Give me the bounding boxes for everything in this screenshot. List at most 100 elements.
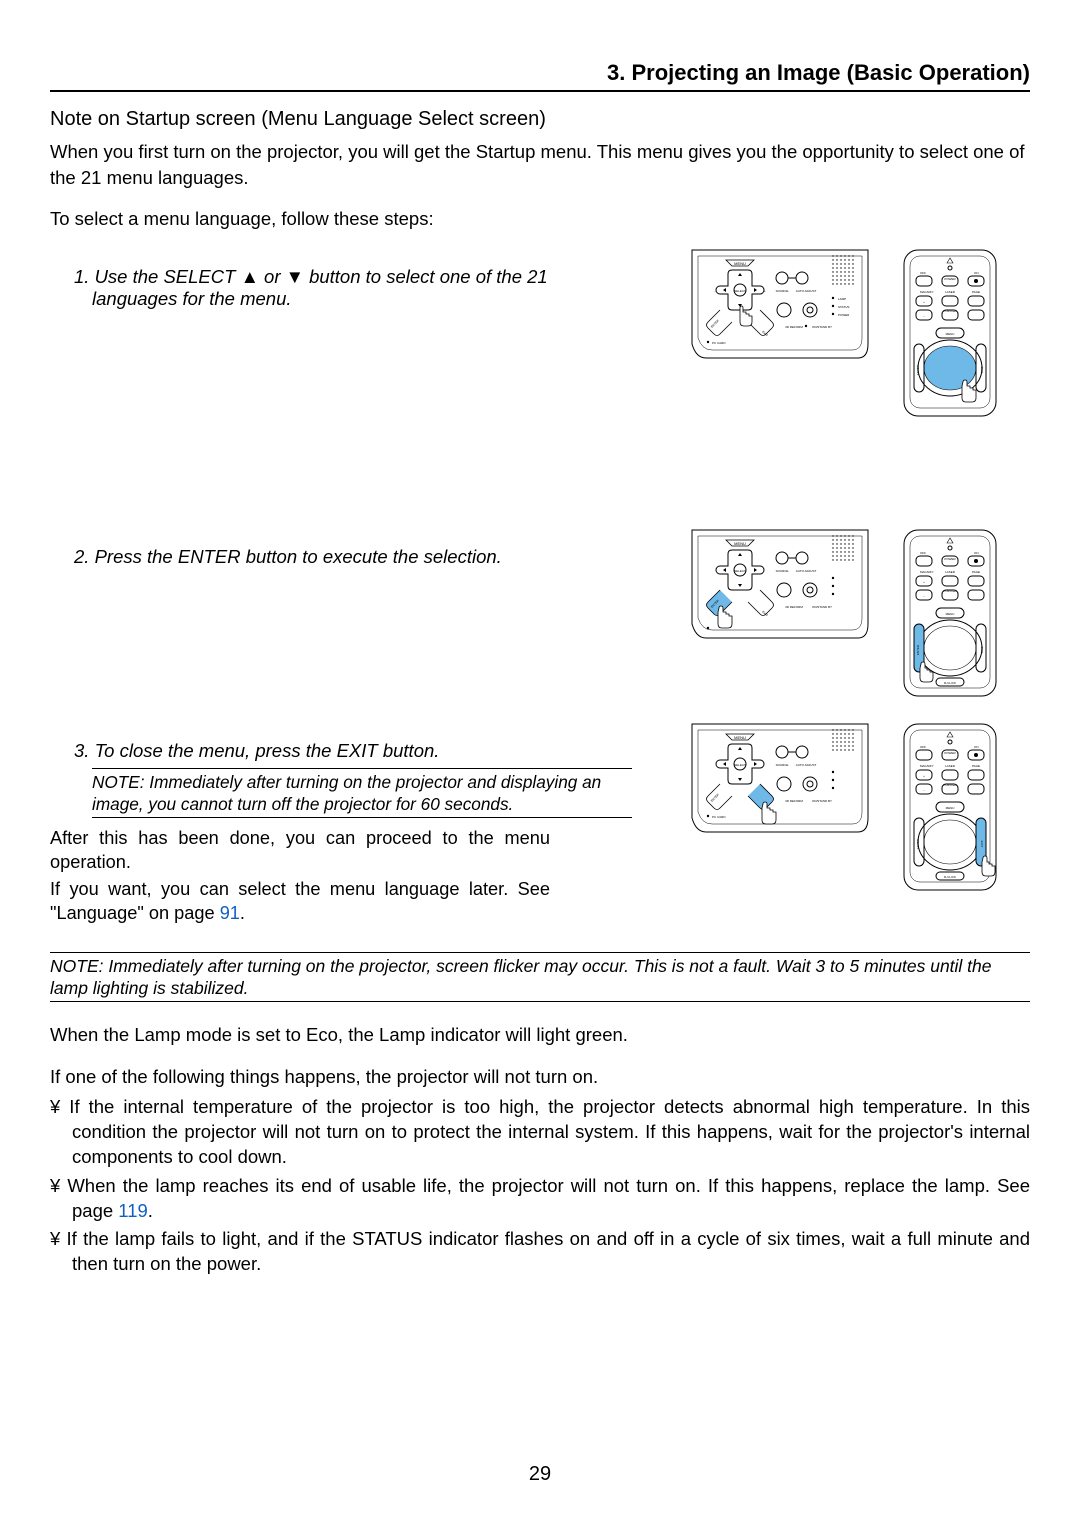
svg-text:POWER: POWER <box>944 751 956 755</box>
svg-text:ON/STAND BY: ON/STAND BY <box>812 605 832 609</box>
svg-text:EXIT: EXIT <box>761 329 769 337</box>
svg-text:AUTO ADJUST: AUTO ADJUST <box>796 289 817 293</box>
projector-panel-diagram-3: SELECT MENU SOURCE AUTO ADJUST 3D REFORM… <box>690 722 870 862</box>
svg-text:ENTER: ENTER <box>916 644 920 655</box>
projector-panel-diagram-2: SELECT MENU SOURCE AUTO ADJUST 3D REFORM… <box>690 528 870 668</box>
remote-diagram-1: OFF POWER ON MAGNIFY LASER PAGE + POINTE… <box>900 248 1000 418</box>
svg-text:LASER: LASER <box>945 764 956 768</box>
svg-text:SELECT: SELECT <box>734 289 746 293</box>
svg-text:SOURCE: SOURCE <box>776 763 789 767</box>
svg-text:R-CLICK: R-CLICK <box>944 875 956 879</box>
svg-text:ON: ON <box>974 745 979 749</box>
svg-text:ON: ON <box>974 551 979 555</box>
svg-text:MAGNIFY: MAGNIFY <box>920 290 934 294</box>
svg-text:POWER: POWER <box>838 313 850 317</box>
svg-text:STATUS: STATUS <box>838 305 849 309</box>
svg-text:LAMP: LAMP <box>838 297 846 301</box>
svg-text:ENTER: ENTER <box>710 792 721 803</box>
svg-text:MENU: MENU <box>946 332 955 336</box>
eco-note: When the Lamp mode is set to Eco, the La… <box>50 1022 1030 1048</box>
svg-text:PAGE: PAGE <box>972 290 980 294</box>
svg-text:–: – <box>923 788 925 792</box>
startup-heading: Note on Startup screen (Menu Language Se… <box>50 108 1030 131</box>
svg-text:MAGNIFY: MAGNIFY <box>920 764 934 768</box>
svg-text:+: + <box>764 289 766 293</box>
svg-text:ENTER: ENTER <box>916 364 920 375</box>
svg-text:LASER: LASER <box>945 290 956 294</box>
svg-text:PC CARD: PC CARD <box>712 341 726 345</box>
hand-icon <box>920 662 933 682</box>
svg-text:MENU: MENU <box>946 612 955 616</box>
svg-text:ENTER: ENTER <box>710 318 721 329</box>
note-60s: NOTE: Immediately after turning on the p… <box>92 768 632 818</box>
svg-text:AUTO ADJUST: AUTO ADJUST <box>796 763 817 767</box>
step-1: 1. Use the SELECT ▲ or ▼ button to selec… <box>74 266 554 310</box>
svg-text:EXIT: EXIT <box>980 840 984 847</box>
arrow-up-icon <box>738 273 742 276</box>
svg-text:MENU: MENU <box>734 735 746 740</box>
bullet-3: ¥ If the lamp fails to light, and if the… <box>50 1227 1030 1277</box>
step-2: 2. Press the ENTER button to execute the… <box>74 546 554 568</box>
svg-text:3D REFORM: 3D REFORM <box>785 799 803 803</box>
svg-text:ON/STAND BY: ON/STAND BY <box>812 325 832 329</box>
note-flicker: NOTE: Immediately after turning on the p… <box>50 952 1030 1003</box>
startup-lead: To select a menu language, follow these … <box>50 206 1030 232</box>
page-number: 29 <box>0 1463 1080 1486</box>
after-p1: After this has been done, you can procee… <box>50 826 550 875</box>
page-link-119[interactable]: 119 <box>118 1200 148 1221</box>
remote-diagram-2: OFF POWER ON MAGNIFY LASER PAGE + POINTE… <box>900 528 1000 698</box>
svg-text:OFF: OFF <box>920 271 926 275</box>
triangle-up-icon: ▲ <box>241 266 259 287</box>
section-header: 3. Projecting an Image (Basic Operation) <box>50 60 1030 92</box>
svg-text:MENU: MENU <box>734 261 746 266</box>
step1-b: or <box>259 266 286 287</box>
svg-text:MAGNIFY: MAGNIFY <box>920 570 934 574</box>
select-pad: SELECT – + <box>714 270 766 310</box>
svg-text:MENU: MENU <box>946 806 955 810</box>
svg-text:SELECT: SELECT <box>734 569 746 573</box>
svg-text:SOURCE: SOURCE <box>776 569 789 573</box>
svg-text:POWER: POWER <box>944 557 956 561</box>
svg-text:MENU: MENU <box>734 541 746 546</box>
svg-text:EXIT: EXIT <box>761 609 769 617</box>
bullet-2: ¥ When the lamp reaches its end of usabl… <box>50 1174 1030 1224</box>
step3-block: 3. To close the menu, press the EXIT but… <box>50 722 1030 928</box>
step2-block: 2. Press the ENTER button to execute the… <box>50 528 1030 698</box>
after-p2: If you want, you can select the menu lan… <box>50 877 550 926</box>
bullet-1: ¥ If the internal temperature of the pro… <box>50 1095 1030 1169</box>
svg-text:ON: ON <box>974 271 979 275</box>
svg-text:R-CLICK: R-CLICK <box>944 681 956 685</box>
svg-text:–: – <box>923 314 925 318</box>
svg-text:SELECT: SELECT <box>734 763 746 767</box>
remote-diagram-3: OFF POWER ON MAGNIFY LASER PAGE + POINTE… <box>900 722 1000 892</box>
svg-text:ON/STAND BY: ON/STAND BY <box>812 799 832 803</box>
startup-intro: When you first turn on the projector, yo… <box>50 139 1030 190</box>
svg-text:PAGE: PAGE <box>972 764 980 768</box>
svg-text:PAGE: PAGE <box>972 570 980 574</box>
svg-text:+: + <box>923 300 925 304</box>
svg-text:+: + <box>923 580 925 584</box>
triangle-down-icon: ▼ <box>286 266 304 287</box>
svg-text:+: + <box>923 774 925 778</box>
projector-panel-diagram-1: SELECT – + MENU SOURCE AUTO ADJUST 3D RE… <box>690 248 870 388</box>
page: 3. Projecting an Image (Basic Operation)… <box>0 0 1080 1526</box>
svg-text:EXIT: EXIT <box>980 366 984 373</box>
svg-text:–: – <box>923 594 925 598</box>
step1-a: 1. Use the SELECT <box>74 266 241 287</box>
page-link-91[interactable]: 91 <box>220 903 240 923</box>
svg-text:OFF: OFF <box>920 551 926 555</box>
svg-text:POWER: POWER <box>944 277 956 281</box>
wont-turn-lead: If one of the following things happens, … <box>50 1064 1030 1090</box>
svg-text:OFF: OFF <box>920 745 926 749</box>
svg-text:3D REFORM: 3D REFORM <box>785 325 803 329</box>
svg-text:EXIT: EXIT <box>980 646 984 653</box>
svg-text:LASER: LASER <box>945 570 956 574</box>
svg-text:3D REFORM: 3D REFORM <box>785 605 803 609</box>
svg-text:PC CARD: PC CARD <box>712 815 726 819</box>
hand-icon <box>982 856 995 876</box>
svg-text:AUTO ADJUST: AUTO ADJUST <box>796 569 817 573</box>
svg-text:SOURCE: SOURCE <box>776 289 789 293</box>
step1-block: 1. Use the SELECT ▲ or ▼ button to selec… <box>50 248 1030 418</box>
svg-text:ENTER: ENTER <box>916 838 920 849</box>
step-3: 3. To close the menu, press the EXIT but… <box>74 740 554 762</box>
